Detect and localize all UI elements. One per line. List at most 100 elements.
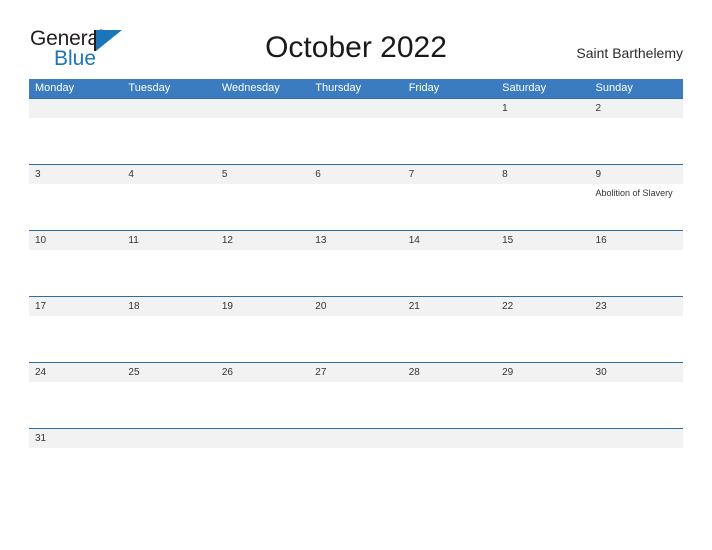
- weekday-header-row: Monday Tuesday Wednesday Thursday Friday…: [29, 79, 683, 98]
- page-header: General Blue October 2022 Saint Barthele…: [0, 0, 712, 70]
- calendar-day-cell[interactable]: [403, 429, 496, 494]
- day-number: 10: [35, 235, 47, 246]
- calendar-day-cell[interactable]: 30: [590, 363, 683, 428]
- day-event: Abolition of Slavery: [595, 188, 673, 198]
- calendar-day-cell[interactable]: 17: [29, 297, 122, 362]
- calendar-day-cell[interactable]: [122, 429, 215, 494]
- day-number: 5: [221, 169, 228, 180]
- day-number: 12: [221, 235, 233, 246]
- day-number: 16: [595, 235, 607, 246]
- calendar-day-cell[interactable]: 4: [122, 165, 215, 230]
- day-number: 8: [502, 169, 508, 180]
- calendar-week-row: 10 11 12 13 14 15 16: [29, 230, 683, 296]
- calendar-day-cell[interactable]: 7: [403, 165, 496, 230]
- weekday-header-tuesday: Tuesday: [128, 82, 171, 94]
- calendar-day-cell[interactable]: 9 Abolition of Slavery: [590, 165, 683, 230]
- calendar-day-cell[interactable]: [122, 99, 215, 164]
- calendar-day-cell[interactable]: 14: [403, 231, 496, 296]
- day-number: 27: [315, 367, 327, 378]
- day-number: 29: [502, 367, 514, 378]
- calendar-day-cell[interactable]: [29, 99, 122, 164]
- location-label: Saint Barthelemy: [576, 45, 683, 61]
- day-number: 15: [502, 235, 514, 246]
- calendar-day-cell[interactable]: [496, 429, 589, 494]
- calendar-day-cell[interactable]: 12: [216, 231, 309, 296]
- day-number: 22: [502, 301, 514, 312]
- calendar-day-cell[interactable]: 13: [309, 231, 402, 296]
- day-number: [409, 429, 496, 448]
- calendar-day-cell[interactable]: 22: [496, 297, 589, 362]
- calendar-day-cell[interactable]: 10: [29, 231, 122, 296]
- calendar-day-cell[interactable]: 24: [29, 363, 122, 428]
- day-number: 6: [315, 169, 321, 180]
- calendar-week-row: 3 4 5 6 7 8 9 Abolition of Slavery: [29, 164, 683, 230]
- weekday-header-monday: Monday: [35, 82, 75, 94]
- calendar-page: General Blue October 2022 Saint Barthele…: [0, 0, 712, 550]
- calendar-day-cell[interactable]: 27: [309, 363, 402, 428]
- calendar-day-cell[interactable]: 28: [403, 363, 496, 428]
- day-number: [409, 99, 496, 118]
- day-number: 4: [128, 169, 134, 180]
- day-number: 7: [408, 169, 415, 180]
- day-number: [128, 99, 215, 118]
- day-number: 3: [35, 169, 41, 180]
- day-number: [222, 429, 309, 448]
- day-number: 11: [128, 235, 139, 246]
- calendar-day-cell[interactable]: 19: [216, 297, 309, 362]
- day-number: 18: [128, 301, 140, 312]
- calendar-day-cell[interactable]: 3: [29, 165, 122, 230]
- calendar-day-cell[interactable]: 15: [496, 231, 589, 296]
- calendar-day-cell[interactable]: 2: [590, 99, 683, 164]
- day-number: 13: [315, 235, 327, 246]
- calendar-day-cell[interactable]: [403, 99, 496, 164]
- day-number: [128, 429, 215, 448]
- calendar-day-cell[interactable]: [216, 429, 309, 494]
- weekday-header-wednesday: Wednesday: [221, 82, 280, 94]
- calendar-day-cell[interactable]: 11: [122, 231, 215, 296]
- day-number: 20: [315, 301, 327, 312]
- day-number: 28: [408, 367, 420, 378]
- day-number: 19: [221, 301, 233, 312]
- day-number: 21: [408, 301, 420, 312]
- day-number: [35, 99, 122, 118]
- calendar-day-cell[interactable]: 18: [122, 297, 215, 362]
- calendar-day-cell[interactable]: 23: [590, 297, 683, 362]
- calendar-day-cell[interactable]: 6: [309, 165, 402, 230]
- calendar-week-row: 31: [29, 428, 683, 494]
- day-number: 24: [35, 367, 47, 378]
- day-number: 23: [595, 301, 607, 312]
- day-number: 26: [221, 367, 233, 378]
- weekday-header-friday: Friday: [408, 82, 440, 94]
- calendar-day-cell[interactable]: 25: [122, 363, 215, 428]
- day-number: 31: [35, 433, 47, 444]
- calendar-day-cell[interactable]: [309, 99, 402, 164]
- day-number: [315, 99, 402, 118]
- weekday-header-thursday: Thursday: [315, 82, 362, 94]
- day-number: [315, 429, 402, 448]
- calendar-day-cell[interactable]: 20: [309, 297, 402, 362]
- calendar-week-row: 1 2: [29, 98, 683, 164]
- calendar-week-row: 17 18 19 20 21 22 23: [29, 296, 683, 362]
- weekday-header-sunday: Sunday: [595, 82, 633, 94]
- day-number: 17: [35, 301, 47, 312]
- calendar-day-cell[interactable]: 26: [216, 363, 309, 428]
- calendar-day-cell[interactable]: [590, 429, 683, 494]
- day-number: 1: [502, 103, 508, 114]
- calendar-day-cell[interactable]: 5: [216, 165, 309, 230]
- calendar-day-cell[interactable]: [309, 429, 402, 494]
- calendar-day-cell[interactable]: 8: [496, 165, 589, 230]
- day-number: [596, 429, 683, 448]
- day-number: 2: [595, 103, 602, 114]
- calendar-day-cell[interactable]: [216, 99, 309, 164]
- day-number: 30: [595, 367, 607, 378]
- calendar-day-cell[interactable]: 31: [29, 429, 122, 494]
- day-number: 14: [408, 235, 420, 246]
- calendar-day-cell[interactable]: 1: [496, 99, 589, 164]
- calendar-day-cell[interactable]: 21: [403, 297, 496, 362]
- day-number: 9: [595, 169, 602, 180]
- calendar-day-cell[interactable]: 16: [590, 231, 683, 296]
- day-number: [222, 99, 309, 118]
- calendar-day-cell[interactable]: 29: [496, 363, 589, 428]
- weekday-header-saturday: Saturday: [502, 82, 547, 94]
- calendar-week-row: 24 25 26 27 28 29 30: [29, 362, 683, 428]
